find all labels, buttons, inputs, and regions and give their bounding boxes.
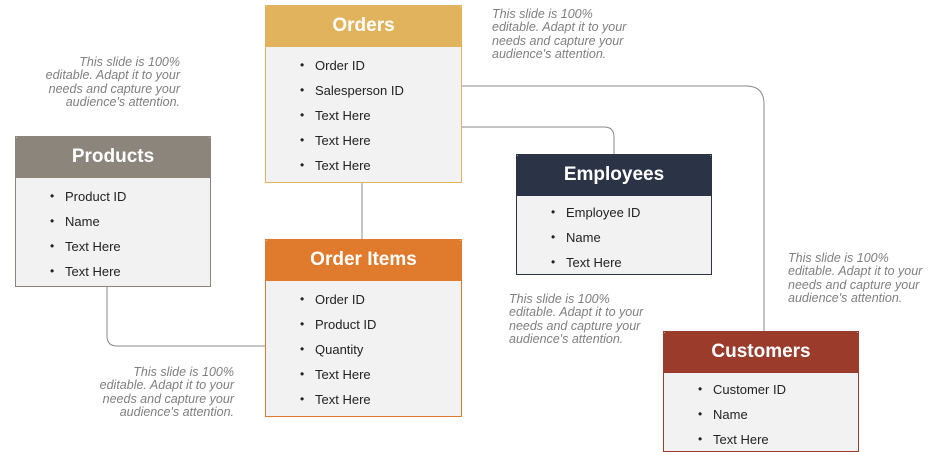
products-header: Products <box>15 136 211 178</box>
list-item: Text Here <box>266 362 461 387</box>
employees-header: Employees <box>516 154 712 196</box>
employees-fields: Employee ID Name Text Here <box>517 196 711 275</box>
products-fields: Product ID Name Text Here Text Here <box>16 178 210 284</box>
customers-header: Customers <box>663 331 859 373</box>
list-item: Text Here <box>16 234 210 259</box>
customers-title: Customers <box>711 341 811 362</box>
products-table: Products Product ID Name Text Here Text … <box>15 136 211 287</box>
list-item: Name <box>517 225 711 250</box>
list-item: Quantity <box>266 337 461 362</box>
list-item: Salesperson ID <box>266 78 461 103</box>
list-item: Order ID <box>266 287 461 312</box>
note-top-right: This slide is 100% editable. Adapt it to… <box>492 7 627 62</box>
order-items-header: Order Items <box>265 239 462 281</box>
order-items-fields: Order ID Product ID Quantity Text Here T… <box>266 281 461 412</box>
note-far-right: This slide is 100% editable. Adapt it to… <box>788 251 923 306</box>
list-item: Product ID <box>266 312 461 337</box>
customers-fields: Customer ID Name Text Here <box>664 373 858 452</box>
list-item: Name <box>664 402 858 427</box>
list-item: Customer ID <box>664 377 858 402</box>
note-bottom-left: This slide is 100% editable. Adapt it to… <box>99 365 234 420</box>
orders-fields: Order ID Salesperson ID Text Here Text H… <box>266 47 461 178</box>
customers-table: Customers Customer ID Name Text Here <box>663 331 859 452</box>
orders-title: Orders <box>332 15 395 36</box>
orders-header: Orders <box>265 5 462 47</box>
connector-products-order-items <box>106 286 266 347</box>
list-item: Product ID <box>16 184 210 209</box>
list-item: Text Here <box>266 128 461 153</box>
employees-title: Employees <box>563 164 665 185</box>
orders-table: Orders Order ID Salesperson ID Text Here… <box>265 5 462 183</box>
list-item: Text Here <box>266 103 461 128</box>
order-items-title: Order Items <box>310 249 417 270</box>
list-item: Employee ID <box>517 200 711 225</box>
list-item: Name <box>16 209 210 234</box>
note-middle-right: This slide is 100% editable. Adapt it to… <box>509 292 644 347</box>
list-item: Order ID <box>266 53 461 78</box>
list-item: Text Here <box>664 427 858 452</box>
note-top-left: This slide is 100% editable. Adapt it to… <box>45 55 180 110</box>
employees-table: Employees Employee ID Name Text Here <box>516 154 712 275</box>
products-title: Products <box>71 146 155 167</box>
list-item: Text Here <box>517 250 711 275</box>
order-items-table: Order Items Order ID Product ID Quantity… <box>265 239 462 417</box>
list-item: Text Here <box>266 387 461 412</box>
list-item: Text Here <box>266 153 461 178</box>
connector-orders-employees <box>461 126 615 155</box>
list-item: Text Here <box>16 259 210 284</box>
